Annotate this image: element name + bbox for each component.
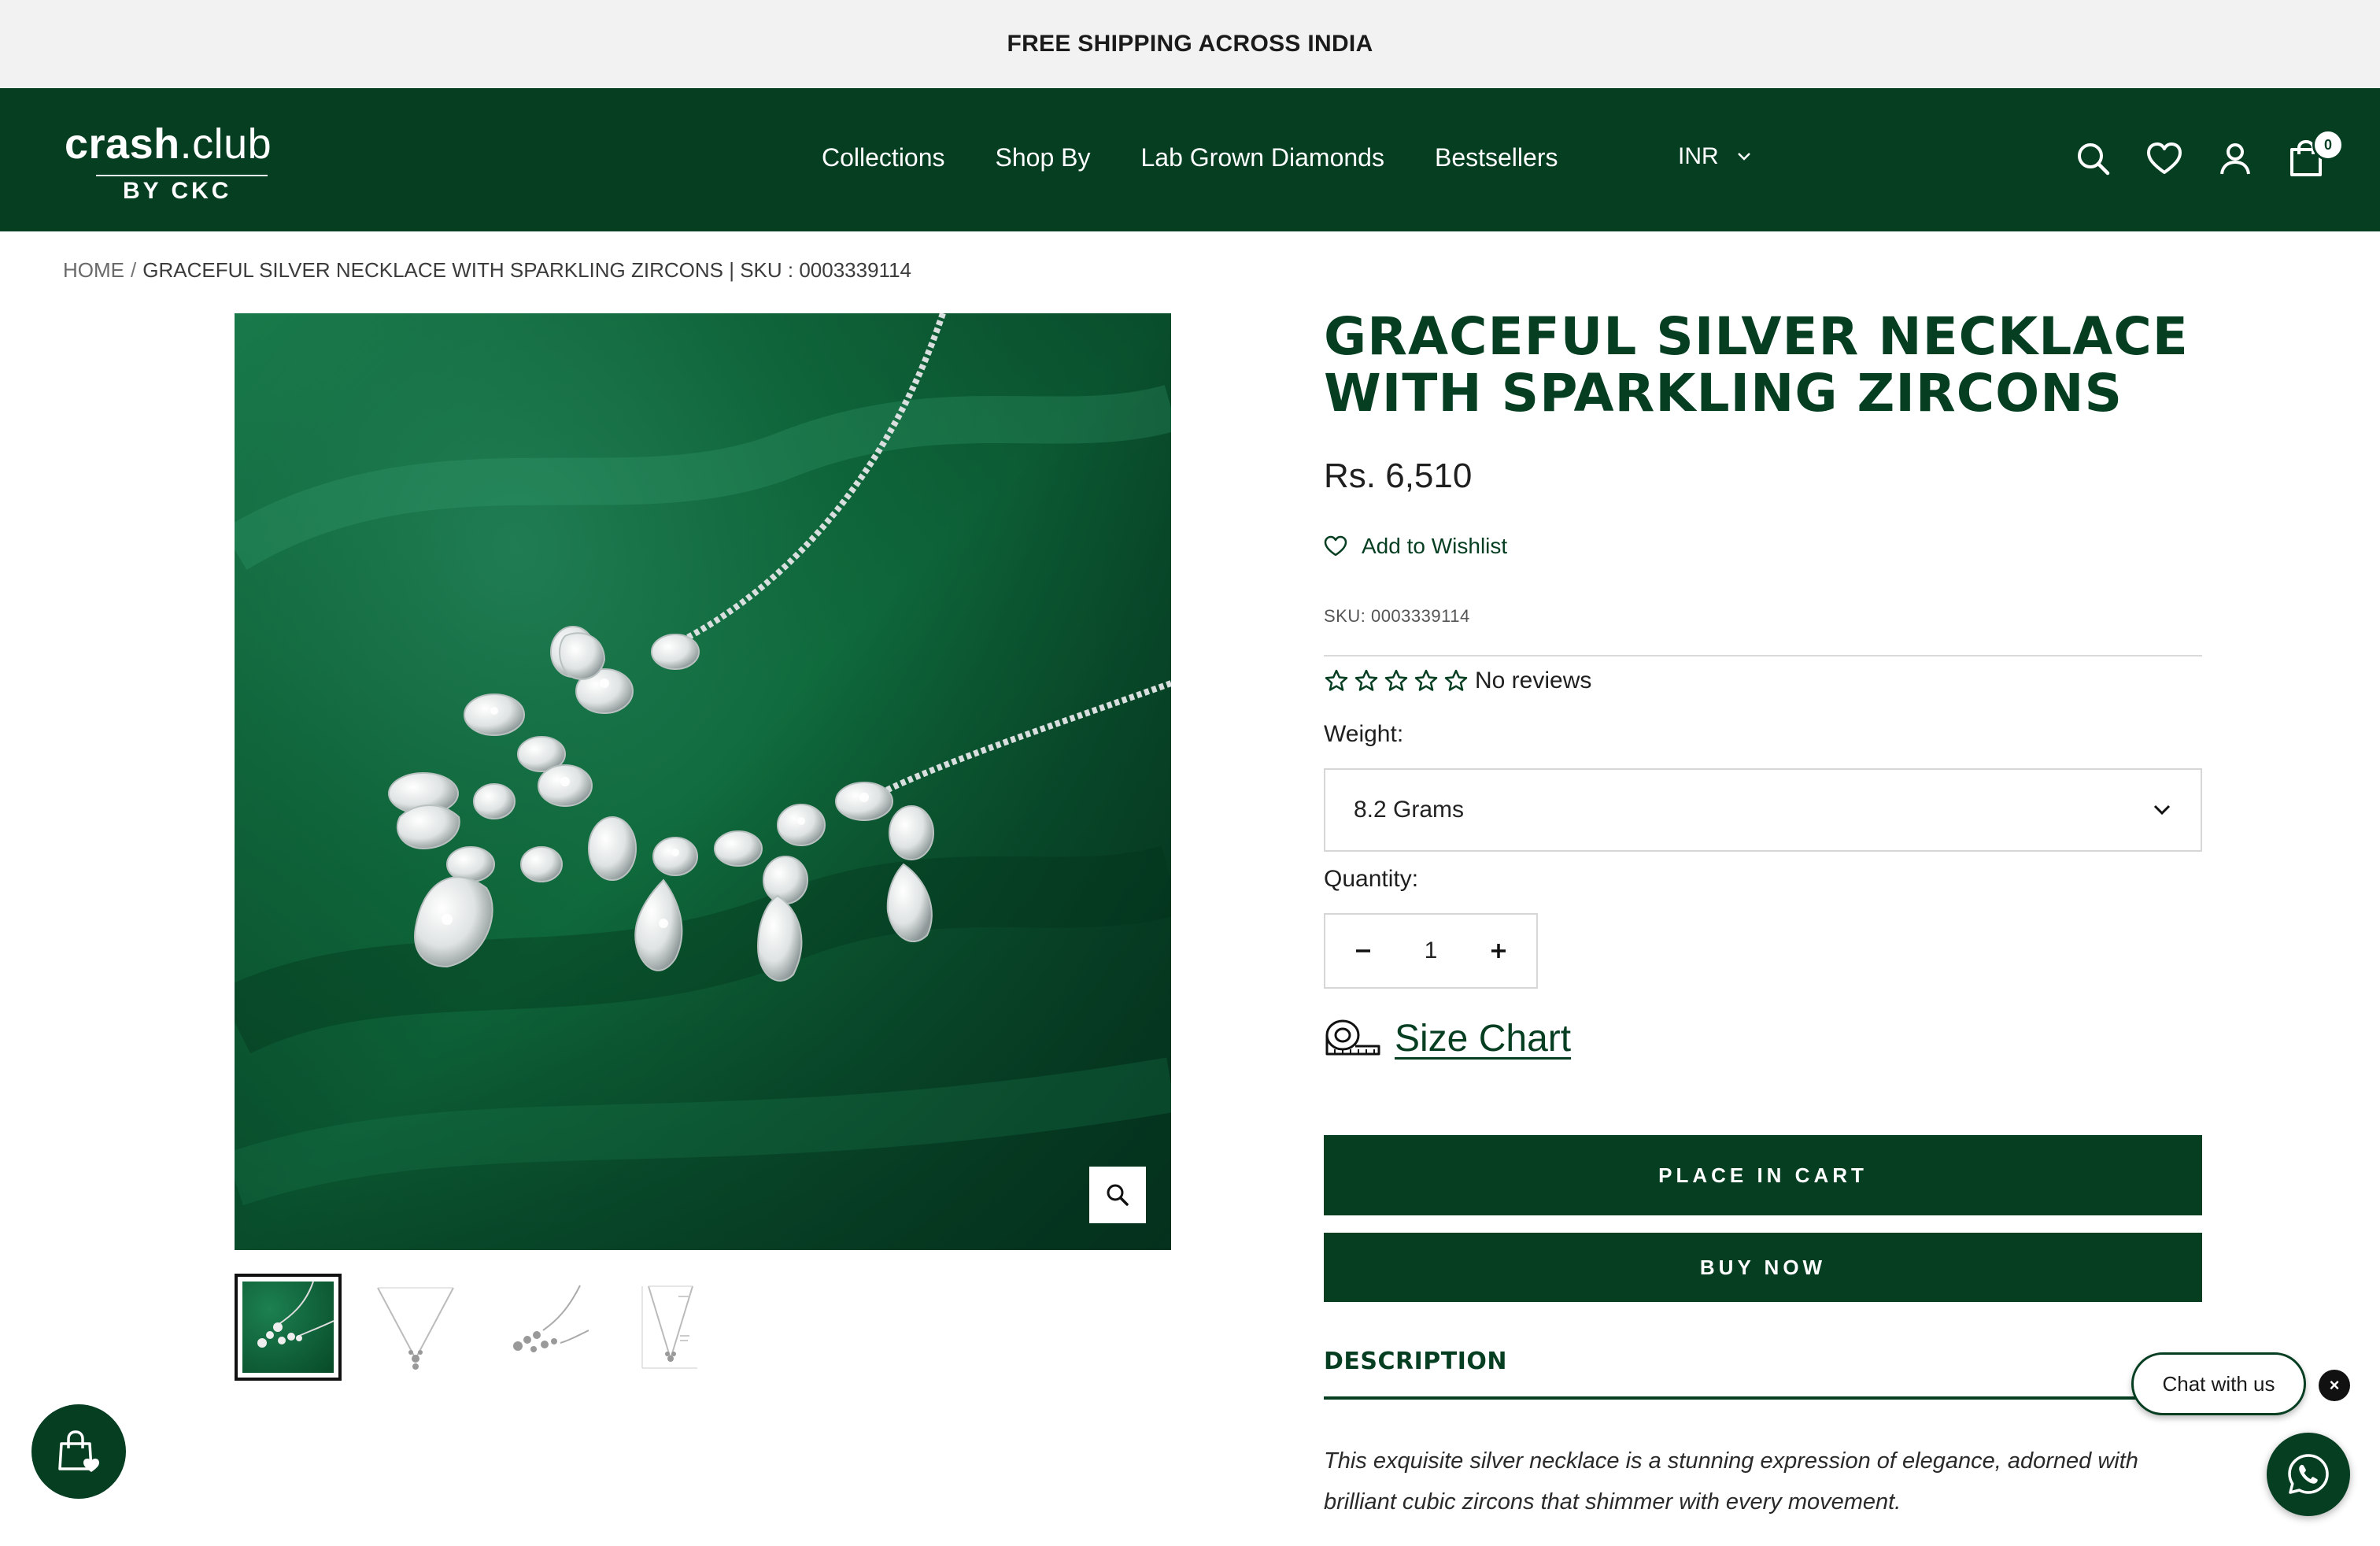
size-chart-link[interactable]: Size Chart: [1324, 1017, 1571, 1060]
currency-selector[interactable]: INR: [1678, 143, 1752, 170]
star-icon: [1414, 669, 1438, 691]
magnifier-icon: [1107, 1184, 1129, 1206]
quantity-stepper: 1: [1324, 913, 1538, 989]
thumbnail-image: [641, 1285, 697, 1369]
star-icon: [1444, 669, 1468, 691]
logo-wordmark: crash.club: [65, 120, 272, 168]
heart-icon[interactable]: [2145, 140, 2183, 178]
add-to-wishlist-button[interactable]: Add to Wishlist: [1324, 534, 1507, 559]
measuring-tape-icon: [1325, 1019, 1380, 1055]
logo-rule: [96, 175, 268, 176]
wishlist-label: Add to Wishlist: [1362, 534, 1508, 558]
breadcrumb-separator: /: [131, 258, 137, 282]
whatsapp-icon: [2288, 1454, 2329, 1494]
weight-label: Weight:: [1324, 721, 1404, 747]
description-text: This exquisite silver necklace is a stun…: [1324, 1448, 2138, 1515]
cart-count-badge: 0: [2312, 129, 2344, 161]
info-divider: [1324, 655, 2202, 656]
star-icon: [1325, 669, 1348, 691]
thumbnail-1[interactable]: [235, 1274, 342, 1381]
nav-item-collections[interactable]: Collections: [822, 143, 945, 178]
thumbnail-image: [242, 1281, 334, 1373]
brand-logo[interactable]: crash.club BY CKC: [65, 120, 301, 206]
breadcrumb-current: GRACEFUL SILVER NECKLACE WITH SPARKLING …: [142, 258, 911, 282]
plus-icon: [1491, 944, 1506, 958]
product-main-image[interactable]: [235, 313, 1171, 1250]
heart-outline-icon: [1324, 535, 1347, 557]
announcement-text: FREE SHIPPING ACROSS INDIA: [1007, 31, 1373, 57]
zoom-image-button[interactable]: [1089, 1167, 1146, 1223]
shop-wishlist-fab[interactable]: [31, 1404, 126, 1499]
chat-bubble-label: Chat with us: [2162, 1371, 2275, 1396]
main-nav: Collections Shop By Lab Grown Diamonds B…: [822, 143, 1558, 178]
header-icons: 0: [2075, 129, 2344, 178]
quantity-input[interactable]: 1: [1425, 938, 1438, 964]
reviews-count-label: No reviews: [1475, 668, 1592, 693]
thumbnail-3[interactable]: [490, 1274, 597, 1381]
description-tab[interactable]: DESCRIPTION: [1324, 1348, 1507, 1375]
thumbnail-2[interactable]: [362, 1274, 469, 1381]
breadcrumb: HOME / GRACEFUL SILVER NECKLACE WITH SPARK…: [63, 258, 911, 283]
thumbnail-image: [377, 1287, 454, 1370]
cart-icon[interactable]: 0: [2287, 129, 2344, 178]
rating-stars: [1324, 668, 1469, 693]
breadcrumb-home[interactable]: HOME: [63, 258, 124, 282]
chevron-down-icon: [1737, 153, 1750, 161]
quantity-label: Quantity:: [1324, 866, 1419, 892]
announcement-bar: FREE SHIPPING ACROSS INDIA: [0, 0, 2380, 88]
weight-selected-value: 8.2 Grams: [1354, 797, 1465, 823]
quantity-decrease-button[interactable]: [1351, 938, 1376, 963]
nav-item-shop-by[interactable]: Shop By: [996, 143, 1091, 178]
necklace-photo: [235, 313, 1171, 1250]
thumbnail-4[interactable]: [617, 1274, 724, 1381]
product-price: Rs. 6,510: [1324, 457, 1473, 495]
quantity-increase-button[interactable]: [1486, 938, 1511, 963]
site-header: crash.club BY CKC Collections Shop By La…: [0, 88, 2380, 231]
nav-item-bestsellers[interactable]: Bestsellers: [1435, 143, 1558, 178]
product-title: GRACEFUL SILVER NECKLACE WITH SPARKLING …: [1324, 306, 2189, 423]
product-sku: SKU: 0003339114: [1324, 606, 1470, 626]
search-icon[interactable]: [2075, 140, 2112, 178]
nav-item-lab-grown-diamonds[interactable]: Lab Grown Diamonds: [1140, 143, 1384, 178]
shopping-bag-heart-icon: [58, 1430, 99, 1472]
chat-close-button[interactable]: ×: [2319, 1370, 2350, 1401]
add-to-cart-button[interactable]: PLACE IN CART: [1324, 1135, 2202, 1215]
rating-summary[interactable]: No reviews: [1324, 668, 1591, 694]
user-icon[interactable]: [2216, 140, 2254, 178]
minus-icon: [1356, 949, 1370, 952]
thumbnail-image: [513, 1285, 589, 1352]
star-icon: [1384, 669, 1408, 691]
description-underline: [1324, 1396, 2202, 1400]
chat-with-us-bubble[interactable]: Chat with us: [2131, 1352, 2306, 1415]
whatsapp-chat-button[interactable]: [2267, 1433, 2350, 1516]
star-icon: [1354, 669, 1378, 691]
logo-tagline: BY CKC: [123, 178, 232, 204]
thumbnail-strip: [235, 1274, 724, 1381]
size-chart-label: Size Chart: [1395, 1018, 1572, 1060]
currency-value: INR: [1678, 143, 1719, 169]
buy-now-button[interactable]: BUY NOW: [1324, 1233, 2202, 1302]
weight-select[interactable]: 8.2 Grams: [1324, 768, 2202, 852]
chevron-down-icon: [2153, 804, 2171, 816]
